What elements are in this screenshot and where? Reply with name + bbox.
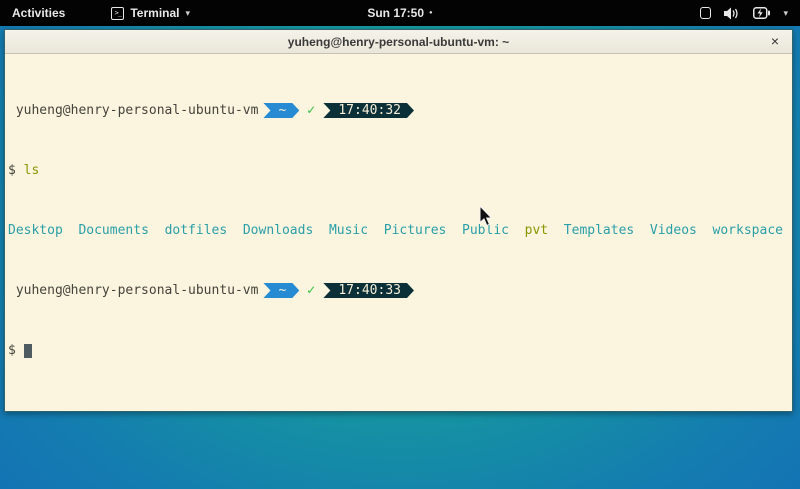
dir-entry: dotfiles	[165, 223, 228, 238]
clock-label: Sun 17:50	[367, 6, 424, 20]
window-titlebar[interactable]: yuheng@henry-personal-ubuntu-vm: ~ ×	[5, 30, 792, 54]
prompt-time-segment: 17:40:32	[323, 103, 414, 118]
terminal-cursor	[24, 344, 32, 358]
app-menu-label: Terminal	[130, 6, 179, 20]
input-line: $	[8, 343, 792, 358]
clock-button[interactable]: Sun 17:50 ●	[367, 0, 432, 26]
prompt-path-segment: ~	[263, 283, 299, 298]
dir-entry: workspace	[713, 223, 783, 238]
desktop: Activities >_ Terminal ▾ Sun 17:50 ● ▾	[0, 0, 800, 489]
dir-entry: Music	[329, 223, 368, 238]
volume-icon	[724, 7, 740, 20]
terminal-window: yuheng@henry-personal-ubuntu-vm: ~ × yuh…	[4, 29, 793, 412]
dir-entry: Downloads	[243, 223, 313, 238]
prompt-dollar: $	[8, 163, 16, 178]
dir-entry: Desktop	[8, 223, 63, 238]
prompt-status-check-icon: ✓	[306, 103, 316, 118]
battery-charging-icon	[753, 7, 770, 19]
app-menu-terminal[interactable]: >_ Terminal ▾	[105, 0, 196, 26]
prompt-line-1: yuheng@henry-personal-ubuntu-vm ~ ✓ 17:4…	[8, 103, 792, 118]
chevron-down-icon: ▾	[783, 8, 788, 19]
dir-entry: pvt	[525, 223, 548, 238]
prompt-line-2: yuheng@henry-personal-ubuntu-vm ~ ✓ 17:4…	[8, 283, 792, 298]
top-bar: Activities >_ Terminal ▾ Sun 17:50 ● ▾	[0, 0, 800, 26]
terminal-body[interactable]: yuheng@henry-personal-ubuntu-vm ~ ✓ 17:4…	[5, 55, 792, 411]
dir-entry: Templates	[564, 223, 634, 238]
dir-entry: Pictures	[384, 223, 447, 238]
prompt-user: yuheng@henry-personal-ubuntu-vm	[16, 103, 259, 118]
command-text: ls	[24, 163, 40, 178]
prompt-user: yuheng@henry-personal-ubuntu-vm	[16, 283, 259, 298]
mouse-pointer-icon	[479, 206, 493, 227]
dir-entry: Videos	[650, 223, 697, 238]
dir-entry: Documents	[78, 223, 148, 238]
chevron-down-icon: ▾	[185, 8, 190, 19]
prompt-time-segment: 17:40:33	[323, 283, 414, 298]
window-title: yuheng@henry-personal-ubuntu-vm: ~	[288, 35, 509, 49]
command-line: $ ls	[8, 163, 792, 178]
close-icon[interactable]: ×	[771, 33, 779, 49]
notification-dot: ●	[429, 10, 433, 16]
prompt-path-segment: ~	[263, 103, 299, 118]
screen-icon	[700, 7, 711, 19]
system-tray-button[interactable]: ▾	[696, 0, 792, 26]
activities-button[interactable]: Activities	[0, 0, 77, 26]
terminal-icon: >_	[111, 7, 124, 20]
prompt-dollar: $	[8, 343, 16, 358]
prompt-status-check-icon: ✓	[306, 283, 316, 298]
ls-output-line: Desktop Documents dotfiles Downloads Mus…	[8, 223, 792, 238]
